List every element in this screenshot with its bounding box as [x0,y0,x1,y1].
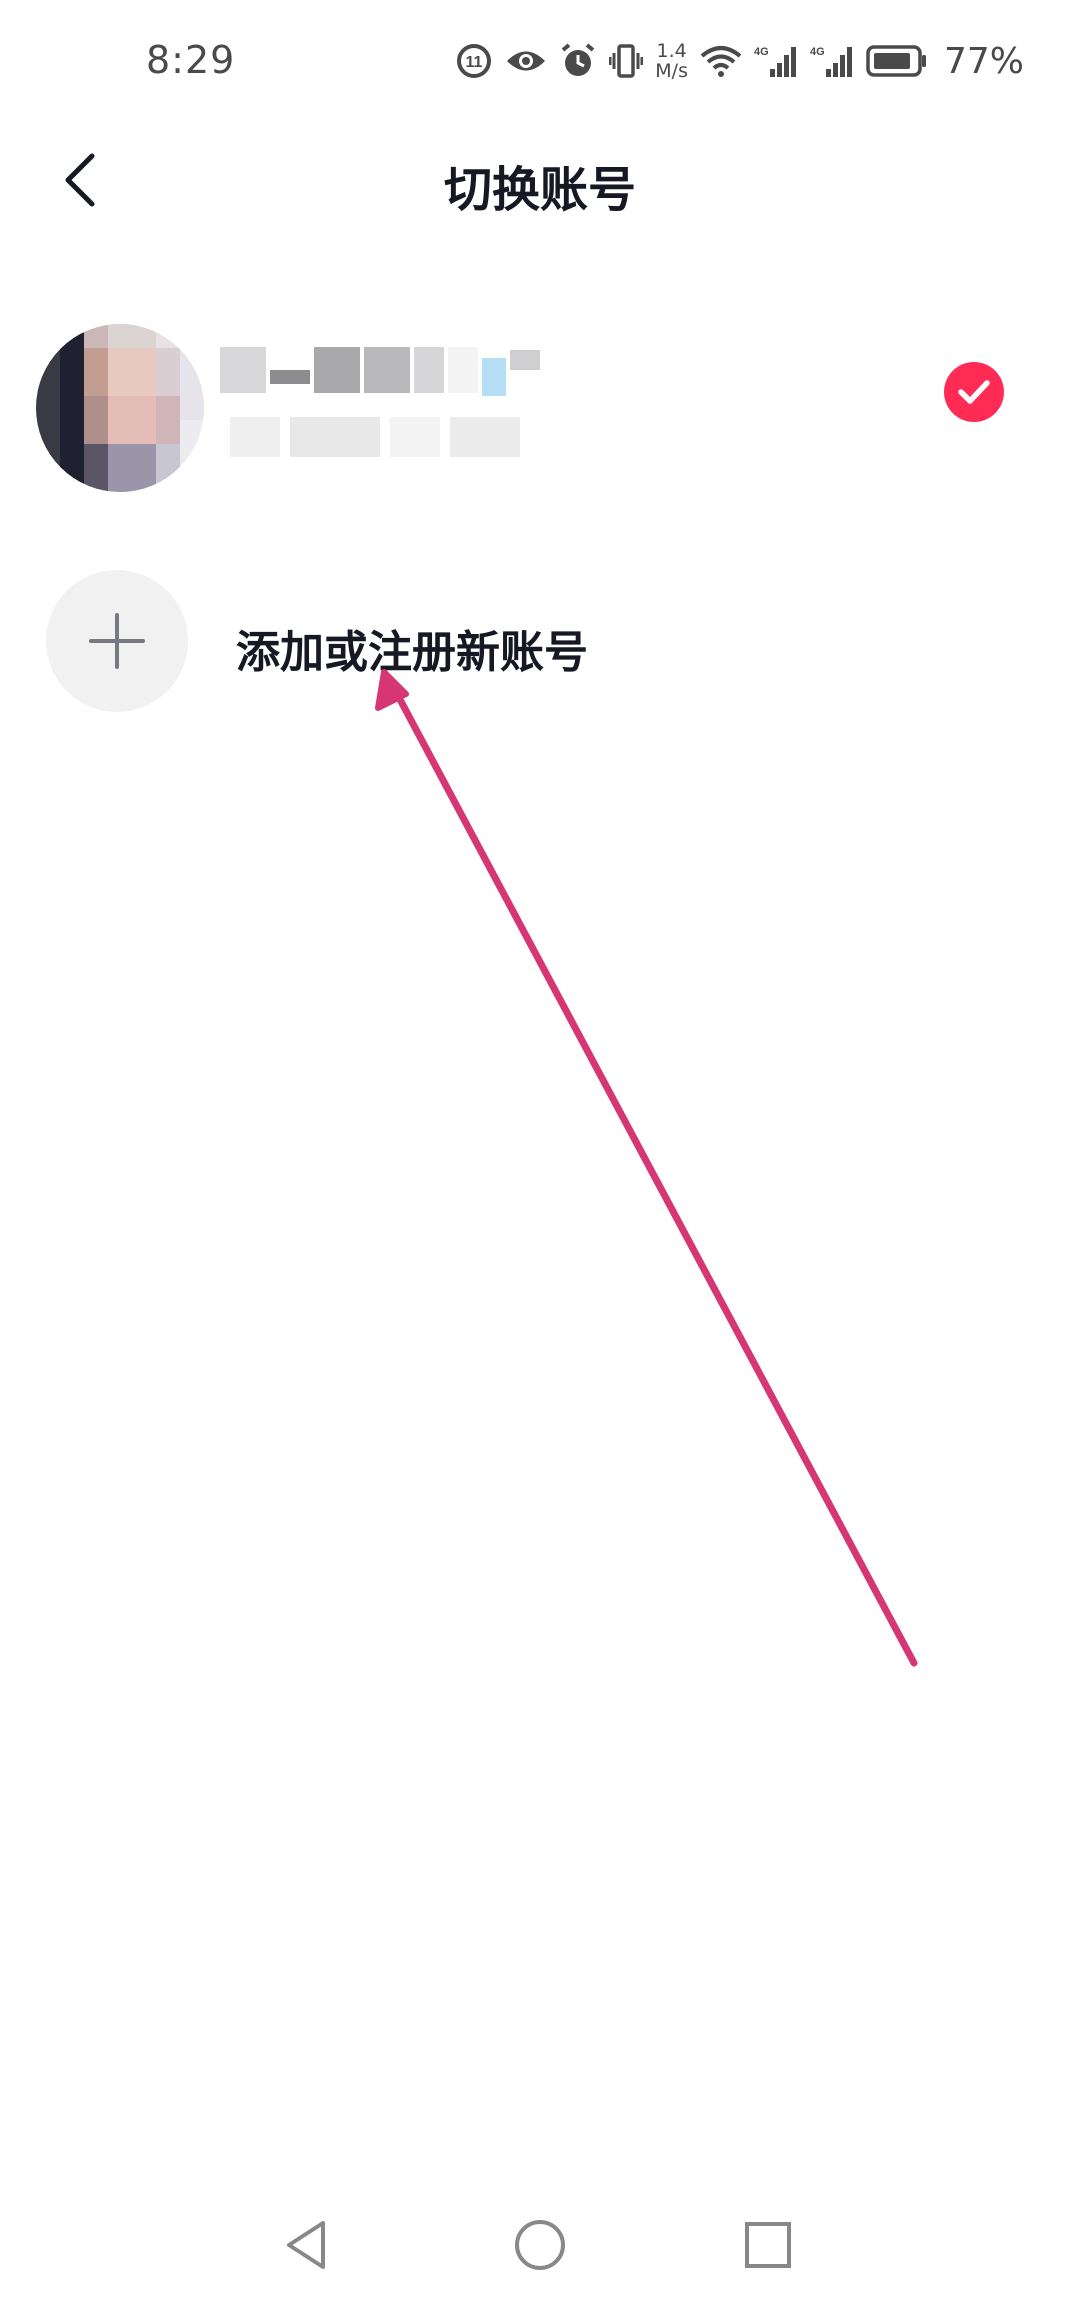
account-name-redacted [220,340,540,400]
svg-text:4G: 4G [810,46,825,58]
svg-text:11: 11 [466,54,483,71]
alarm-icon [559,42,597,80]
nav-recents-button[interactable] [723,2200,813,2290]
wifi-icon [700,44,742,78]
sync-icon: 11 [455,42,493,80]
navigation-bar [0,2180,1080,2310]
add-account-label: 添加或注册新账号 [236,627,588,678]
vibrate-icon [609,43,644,79]
status-icons: 11 1.4 M/s 4G 4G 77% [455,36,1024,86]
nav-home-button[interactable] [495,2200,585,2290]
net-speed-unit: M/s [655,60,688,82]
page-title: 切换账号 [443,162,636,218]
home-circle-icon [515,2220,565,2270]
selected-check-icon [944,362,1004,422]
add-account-row[interactable]: 添加或注册新账号 [0,560,1080,720]
current-account-row[interactable] [0,300,1080,500]
add-account-button[interactable] [46,570,188,712]
net-speed-value: 1.4 [656,40,687,62]
battery-percent: 77% [943,40,1024,82]
avatar [36,324,204,492]
back-triangle-icon [287,2221,325,2269]
battery-icon [866,44,928,78]
net-speed: 1.4 M/s [655,41,688,81]
eye-icon [505,46,547,76]
header: 切换账号 [0,120,1080,240]
recents-square-icon [745,2222,791,2268]
signal-4g-icon: 4G [754,43,798,79]
nav-back-button[interactable] [262,2200,352,2290]
signal-4g-icon: 4G [810,43,854,79]
plus-icon [89,613,145,669]
status-bar: 8:29 11 1.4 M/s 4G 4G 77% [0,0,1080,120]
status-time: 8:29 [146,38,236,82]
svg-text:4G: 4G [754,46,769,58]
account-subtitle-redacted [230,412,520,462]
